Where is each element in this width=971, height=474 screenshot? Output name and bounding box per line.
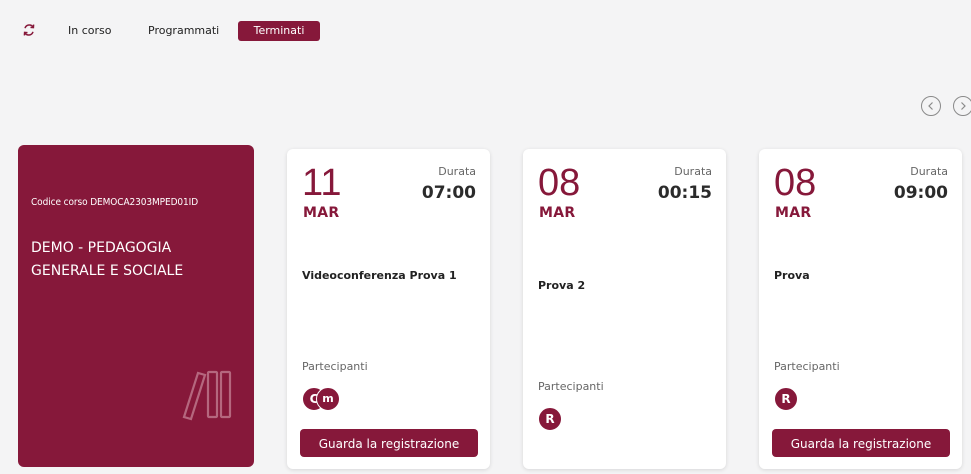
carousel-prev-button[interactable] [921,96,941,116]
event-day: 11 [302,162,342,204]
event-title: Prova 2 [538,279,586,292]
event-month: MAR [539,205,576,221]
carousel-next-button[interactable] [953,96,971,116]
duration-value: 00:15 [657,183,712,203]
tab-in-corso[interactable]: In corso [60,21,119,41]
event-title: Prova [774,269,810,282]
event-title: Videoconferenza Prova 1 [302,269,457,282]
tab-bar: In corso Programmati Terminati [0,0,971,52]
tab-terminati[interactable]: Terminati [238,21,320,41]
refresh-icon[interactable] [22,23,36,37]
duration-value: 07:00 [421,183,476,203]
avatar: R [774,387,798,411]
participants-label: Partecipanti [302,360,368,373]
event-card[interactable]: 11 MAR Durata 07:00 Videoconferenza Prov… [287,149,490,469]
watch-recording-button[interactable]: Guarda la registrazione [772,429,950,457]
course-code: Codice corso DEMOCA2303MPED01ID [31,197,199,208]
duration-label: Durata [910,165,948,178]
chevron-left-icon [928,102,933,110]
duration-label: Durata [674,165,712,178]
tab-programmati[interactable]: Programmati [140,21,227,41]
event-card[interactable]: 08 MAR Durata 00:15 Prova 2 Partecipanti… [523,149,726,469]
course-card[interactable]: Codice corso DEMOCA2303MPED01ID DEMO - P… [18,145,254,467]
event-day: 08 [774,162,817,204]
course-title: DEMO - PEDAGOGIA GENERALE E SOCIALE [31,240,184,279]
event-day: 08 [538,162,581,204]
chevron-right-icon [961,102,966,110]
duration-value: 09:00 [893,183,948,203]
participants-label: Partecipanti [774,360,840,373]
avatar: m [316,387,340,411]
avatar: R [538,407,562,431]
event-month: MAR [303,205,340,221]
event-month: MAR [775,205,812,221]
participants-label: Partecipanti [538,380,604,393]
duration-label: Durata [438,165,476,178]
watch-recording-button[interactable]: Guarda la registrazione [300,429,478,457]
event-card[interactable]: 08 MAR Durata 09:00 Prova Partecipanti R… [759,149,962,469]
books-icon [182,370,232,421]
